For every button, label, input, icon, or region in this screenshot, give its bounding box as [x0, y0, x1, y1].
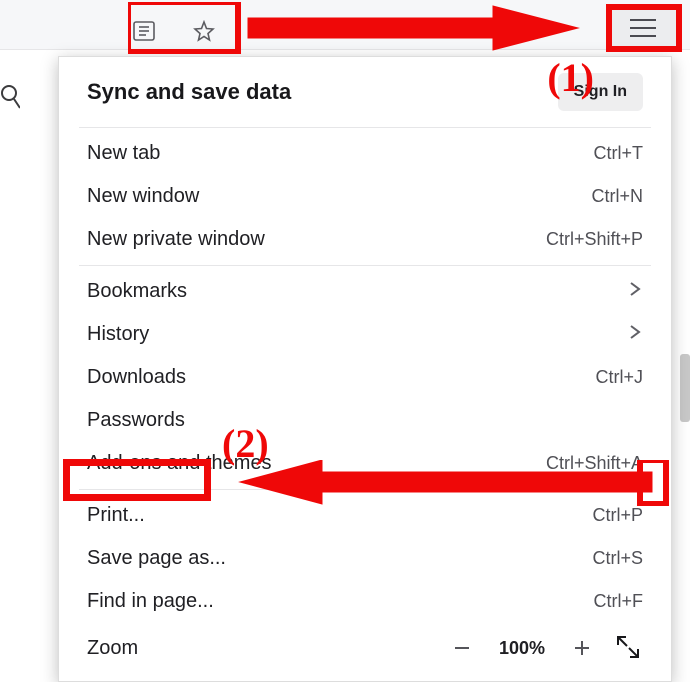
menu-item-shortcut: Ctrl+P — [592, 505, 643, 526]
menu-item-shortcut: Ctrl+T — [594, 143, 644, 164]
menu-item-downloads[interactable]: Downloads Ctrl+J — [59, 356, 671, 399]
menu-item-label: New private window — [87, 228, 265, 251]
bookmark-star-icon[interactable] — [190, 18, 218, 44]
menu-divider — [79, 489, 651, 490]
menu-item-save-page-as[interactable]: Save page as... Ctrl+S — [59, 537, 671, 580]
menu-item-shortcut: Ctrl+Shift+A — [546, 453, 643, 474]
menu-header: Sync and save data Sign In — [59, 57, 671, 123]
application-menu: Sync and save data Sign In New tab Ctrl+… — [58, 56, 672, 682]
menu-item-label: New tab — [87, 142, 160, 165]
reading-list-icon[interactable] — [130, 18, 158, 44]
menu-item-label: Print... — [87, 504, 145, 527]
browser-toolbar — [0, 0, 690, 50]
menu-item-print[interactable]: Print... Ctrl+P — [59, 494, 671, 537]
sync-title: Sync and save data — [87, 79, 291, 105]
fullscreen-icon[interactable] — [615, 634, 643, 662]
menu-item-label: Save page as... — [87, 547, 226, 570]
zoom-value: 100% — [495, 638, 549, 659]
menu-item-label: New window — [87, 185, 199, 208]
menu-item-shortcut: Ctrl+N — [591, 186, 643, 207]
menu-divider — [79, 265, 651, 266]
menu-item-label: Downloads — [87, 366, 186, 389]
menu-item-shortcut: Ctrl+F — [594, 591, 644, 612]
menu-divider — [79, 127, 651, 128]
scrollbar-thumb[interactable] — [680, 354, 690, 422]
menu-item-label: Passwords — [87, 409, 185, 432]
search-icon — [0, 82, 20, 112]
menu-item-new-tab[interactable]: New tab Ctrl+T — [59, 132, 671, 175]
menu-item-new-window[interactable]: New window Ctrl+N — [59, 175, 671, 218]
sign-in-button[interactable]: Sign In — [558, 73, 643, 111]
menu-item-find-in-page[interactable]: Find in page... Ctrl+F — [59, 580, 671, 623]
zoom-label: Zoom — [87, 637, 138, 660]
hamburger-menu-button[interactable] — [610, 8, 676, 48]
menu-item-zoom: Zoom 100% — [59, 623, 671, 673]
menu-item-passwords[interactable]: Passwords — [59, 399, 671, 442]
menu-item-bookmarks[interactable]: Bookmarks — [59, 270, 671, 313]
chevron-right-icon — [627, 323, 643, 346]
menu-item-label: Find in page... — [87, 590, 214, 613]
menu-item-shortcut: Ctrl+Shift+P — [546, 229, 643, 250]
menu-item-addons-themes[interactable]: Add-ons and themes Ctrl+Shift+A — [59, 442, 671, 485]
menu-item-label: Bookmarks — [87, 280, 187, 303]
chevron-right-icon — [627, 280, 643, 303]
menu-item-shortcut: Ctrl+J — [595, 367, 643, 388]
menu-item-new-private-window[interactable]: New private window Ctrl+Shift+P — [59, 218, 671, 261]
menu-item-history[interactable]: History — [59, 313, 671, 356]
menu-item-shortcut: Ctrl+S — [592, 548, 643, 569]
menu-item-label: Add-ons and themes — [87, 452, 272, 475]
menu-item-label: History — [87, 323, 149, 346]
